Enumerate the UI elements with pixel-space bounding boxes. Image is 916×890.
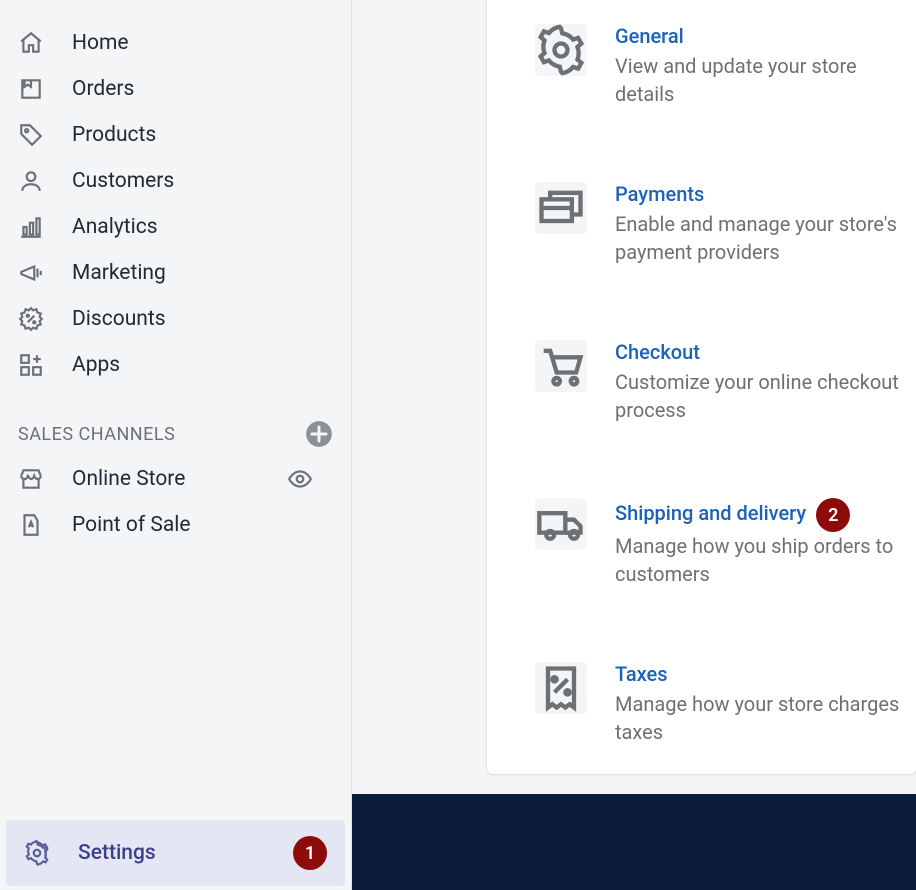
orders-icon — [18, 76, 44, 102]
channel-point-of-sale[interactable]: Point of Sale — [0, 502, 351, 548]
nav-item-home[interactable]: Home — [0, 20, 351, 66]
gear-icon — [535, 24, 587, 76]
primary-nav: Home Orders Products Customers Analytics — [0, 0, 351, 820]
nav-item-apps[interactable]: Apps — [0, 342, 351, 388]
settings-entry-taxes[interactable]: Taxes Manage how your store charges taxe… — [487, 638, 916, 756]
eye-icon[interactable] — [287, 466, 313, 492]
section-heading-label: SALES CHANNELS — [18, 424, 175, 445]
settings-button[interactable]: Settings 1 — [6, 820, 345, 886]
receipt-icon — [535, 662, 587, 714]
nav-item-label: Analytics — [72, 215, 158, 239]
settings-desc: Manage how your store charges taxes — [615, 690, 906, 746]
nav-item-label: Marketing — [72, 261, 166, 285]
nav-item-label: Discounts — [72, 307, 166, 331]
settings-link-checkout[interactable]: Checkout — [615, 340, 700, 364]
payments-icon — [535, 182, 587, 234]
megaphone-icon — [18, 260, 44, 286]
channel-online-store[interactable]: Online Store — [0, 456, 351, 502]
settings-entry-shipping[interactable]: Shipping and delivery 2 Manage how you s… — [487, 474, 916, 598]
nav-item-label: Products — [72, 123, 156, 147]
nav-item-label: Customers — [72, 169, 174, 193]
settings-link-taxes[interactable]: Taxes — [615, 662, 668, 686]
settings-desc: Customize your online checkout process — [615, 368, 906, 424]
footer-band — [352, 794, 916, 890]
settings-entry-general[interactable]: General View and update your store detai… — [487, 0, 916, 118]
sales-channels-heading: SALES CHANNELS — [0, 388, 351, 456]
settings-link-payments[interactable]: Payments — [615, 182, 704, 206]
settings-entry-payments[interactable]: Payments Enable and manage your store's … — [487, 158, 916, 276]
store-icon — [18, 466, 44, 492]
pos-icon — [18, 512, 44, 538]
settings-entry-checkout[interactable]: Checkout Customize your online checkout … — [487, 316, 916, 434]
nav-item-customers[interactable]: Customers — [0, 158, 351, 204]
nav-item-discounts[interactable]: Discounts — [0, 296, 351, 342]
nav-item-products[interactable]: Products — [0, 112, 351, 158]
analytics-icon — [18, 214, 44, 240]
main-area: General View and update your store detai… — [352, 0, 916, 890]
settings-panel: General View and update your store detai… — [487, 0, 916, 774]
sidebar: Home Orders Products Customers Analytics — [0, 0, 352, 890]
nav-item-label: Orders — [72, 77, 134, 101]
settings-label: Settings — [78, 841, 265, 865]
settings-desc: Enable and manage your store's payment p… — [615, 210, 906, 266]
nav-item-label: Apps — [72, 353, 120, 377]
settings-desc: View and update your store details — [615, 52, 906, 108]
nav-item-marketing[interactable]: Marketing — [0, 250, 351, 296]
settings-link-shipping[interactable]: Shipping and delivery — [615, 501, 806, 525]
channel-label: Online Store — [72, 467, 259, 491]
annotation-badge-1: 1 — [293, 836, 327, 870]
nav-item-analytics[interactable]: Analytics — [0, 204, 351, 250]
apps-icon — [18, 352, 44, 378]
nav-item-orders[interactable]: Orders — [0, 66, 351, 112]
annotation-badge-2: 2 — [816, 498, 850, 532]
cart-icon — [535, 340, 587, 392]
user-icon — [18, 168, 44, 194]
channel-label: Point of Sale — [72, 513, 333, 537]
settings-desc: Manage how you ship orders to customers — [615, 532, 906, 588]
nav-item-label: Home — [72, 31, 129, 55]
add-channel-icon[interactable] — [305, 420, 333, 448]
settings-link-general[interactable]: General — [615, 24, 684, 48]
home-icon — [18, 30, 44, 56]
gear-icon — [24, 840, 50, 866]
discount-icon — [18, 306, 44, 332]
truck-icon — [535, 498, 587, 550]
tag-icon — [18, 122, 44, 148]
